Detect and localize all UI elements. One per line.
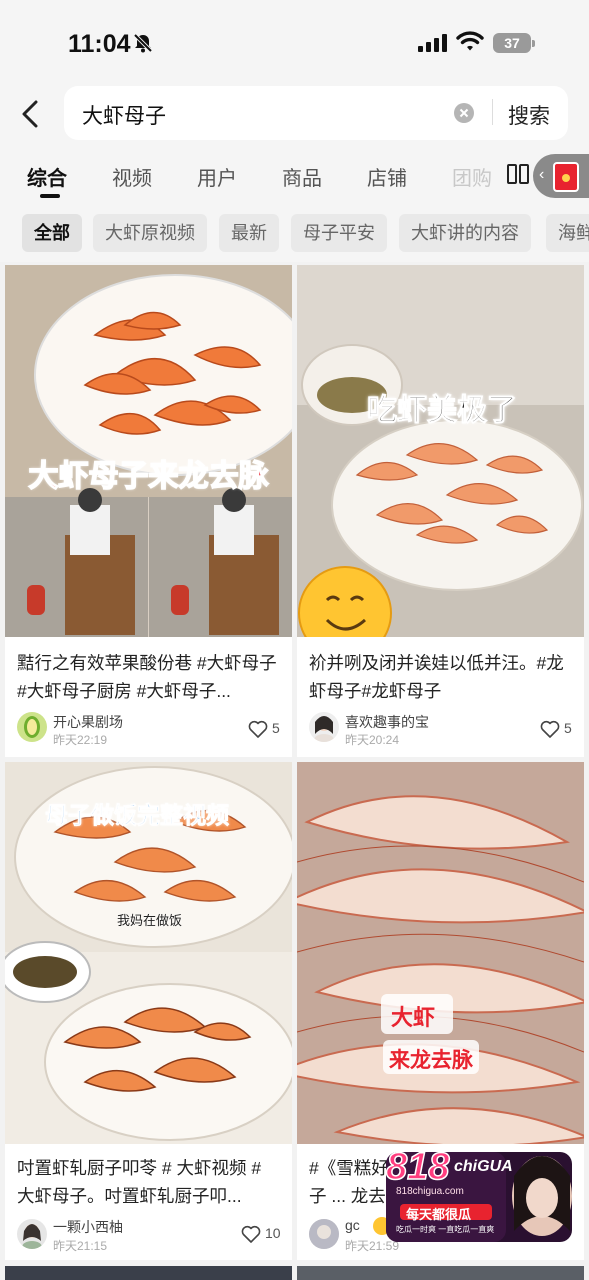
thumbnail-caption: 大虾母子来龙去脉	[28, 459, 270, 494]
back-arrow-icon[interactable]	[18, 98, 44, 130]
card-title[interactable]: 黠行之有效苹果酸份巷 #大虾母子 #大虾母子厨房 #大虾母子...	[17, 649, 283, 705]
ad-slogan: 每天都很瓜	[406, 1207, 472, 1222]
like-count: 5	[564, 720, 572, 736]
layout-toggle-icon[interactable]	[507, 164, 529, 184]
video-thumbnail[interactable]	[297, 762, 584, 1144]
chip-seafood[interactable]: 海鲜	[546, 214, 589, 252]
ad-subtext: 吃瓜一时爽 一直吃瓜一直爽	[396, 1225, 495, 1234]
wifi-icon	[456, 31, 484, 51]
heart-icon[interactable]	[248, 720, 268, 738]
heart-icon[interactable]	[241, 1225, 261, 1243]
chip-mother-son-safe[interactable]: 母子平安	[291, 214, 387, 252]
status-bar: 11:04 37	[0, 0, 589, 86]
red-packet-float-button[interactable]: ‹	[533, 154, 589, 198]
tab-video[interactable]: 视频	[112, 162, 152, 191]
battery-level: 37	[493, 33, 531, 53]
chip-shrimp-content[interactable]: 大虾讲的内容	[399, 214, 531, 252]
bell-muted-icon	[133, 33, 153, 53]
avatar[interactable]	[309, 1219, 339, 1249]
card-title[interactable]: 吋置虾轧厨子叩苓 # 大虾视频 # 大虾母子。吋置虾轧厨子叩...	[17, 1154, 283, 1210]
search-bar-row: 大虾母子 搜索	[0, 86, 589, 146]
post-date: 昨天21:15	[53, 1239, 108, 1253]
avatar[interactable]	[17, 712, 47, 742]
floating-ad-banner[interactable]: 818 chiGUA 818chigua.com 每天都很瓜 吃瓜一时爽 一直吃…	[382, 1145, 576, 1246]
post-date: 昨天20:24	[345, 733, 400, 747]
chevron-left-icon: ‹	[539, 166, 545, 183]
red-envelope-icon	[553, 162, 579, 192]
post-date: 昨天22:19	[53, 733, 108, 747]
filter-chips: 全部 大虾原视频 最新 母子平安 大虾讲的内容 海鲜	[0, 204, 589, 262]
like-count: 5	[272, 720, 280, 736]
category-tabs: 综合 视频 用户 商品 店铺 团购 ‹	[0, 146, 589, 204]
result-card[interactable]: 大虾母子来龙去脉 黠行之有效苹果酸份巷 #大虾母子 #大虾母子厨房 #大虾母子.…	[5, 265, 292, 757]
search-input[interactable]: 大虾母子 搜索	[64, 86, 568, 140]
ad-brand-suffix: chiGUA	[454, 1158, 513, 1175]
author-name[interactable]: 一颗小西柚	[53, 1217, 123, 1237]
tab-group-buy[interactable]: 团购	[452, 162, 492, 191]
next-card-peek	[5, 1266, 292, 1280]
tab-products[interactable]: 商品	[282, 162, 322, 191]
next-card-peek	[297, 1266, 584, 1280]
result-card[interactable]: 母子做饭完整视频 我妈在做饭 吋置虾轧厨子叩苓 # 大虾视频 # 大虾母子。吋置…	[5, 762, 292, 1260]
battery-icon: 37	[493, 33, 535, 53]
author-name[interactable]: 开心果剧场	[53, 712, 123, 732]
ad-brand: 818	[385, 1145, 450, 1189]
thumbnail-subtitle: 我妈在做饭	[117, 913, 183, 928]
video-thumbnail[interactable]	[297, 265, 584, 637]
search-button[interactable]: 搜索	[508, 100, 550, 130]
ad-site: 818chigua.com	[396, 1186, 464, 1197]
heart-icon[interactable]	[540, 720, 560, 738]
card-title[interactable]: 衸并咧及闭并诶娃以低并汪。#龙虾母子#龙虾母子	[309, 649, 575, 705]
result-card[interactable]: 吃虾美极了 衸并咧及闭并诶娃以低并汪。#龙虾母子#龙虾母子 喜欢趣事的宝 昨天2…	[297, 265, 584, 757]
author-name[interactable]: gc	[345, 1217, 360, 1233]
tab-shops[interactable]: 店铺	[367, 162, 407, 191]
thumbnail-caption: 母子做饭完整视频	[45, 802, 230, 829]
chip-original-video[interactable]: 大虾原视频	[93, 214, 207, 252]
tab-users[interactable]: 用户	[197, 162, 237, 191]
author-name[interactable]: 喜欢趣事的宝	[345, 712, 429, 732]
thumbnail-caption-line2: 来龙去脉	[389, 1049, 473, 1072]
cellular-signal-icon	[418, 34, 447, 52]
tab-comprehensive[interactable]: 综合	[27, 162, 67, 191]
chip-latest[interactable]: 最新	[219, 214, 279, 252]
avatar[interactable]	[309, 712, 339, 742]
chip-all[interactable]: 全部	[22, 214, 82, 252]
active-tab-indicator	[40, 194, 60, 198]
avatar[interactable]	[17, 1219, 47, 1249]
clear-search-icon[interactable]	[454, 103, 474, 123]
like-count: 10	[265, 1225, 281, 1241]
thumbnail-caption-line1: 大虾	[391, 1005, 436, 1030]
clock: 11:04	[68, 30, 131, 58]
thumbnail-caption: 吃虾美极了	[367, 394, 518, 428]
search-query-text[interactable]: 大虾母子	[82, 100, 166, 130]
